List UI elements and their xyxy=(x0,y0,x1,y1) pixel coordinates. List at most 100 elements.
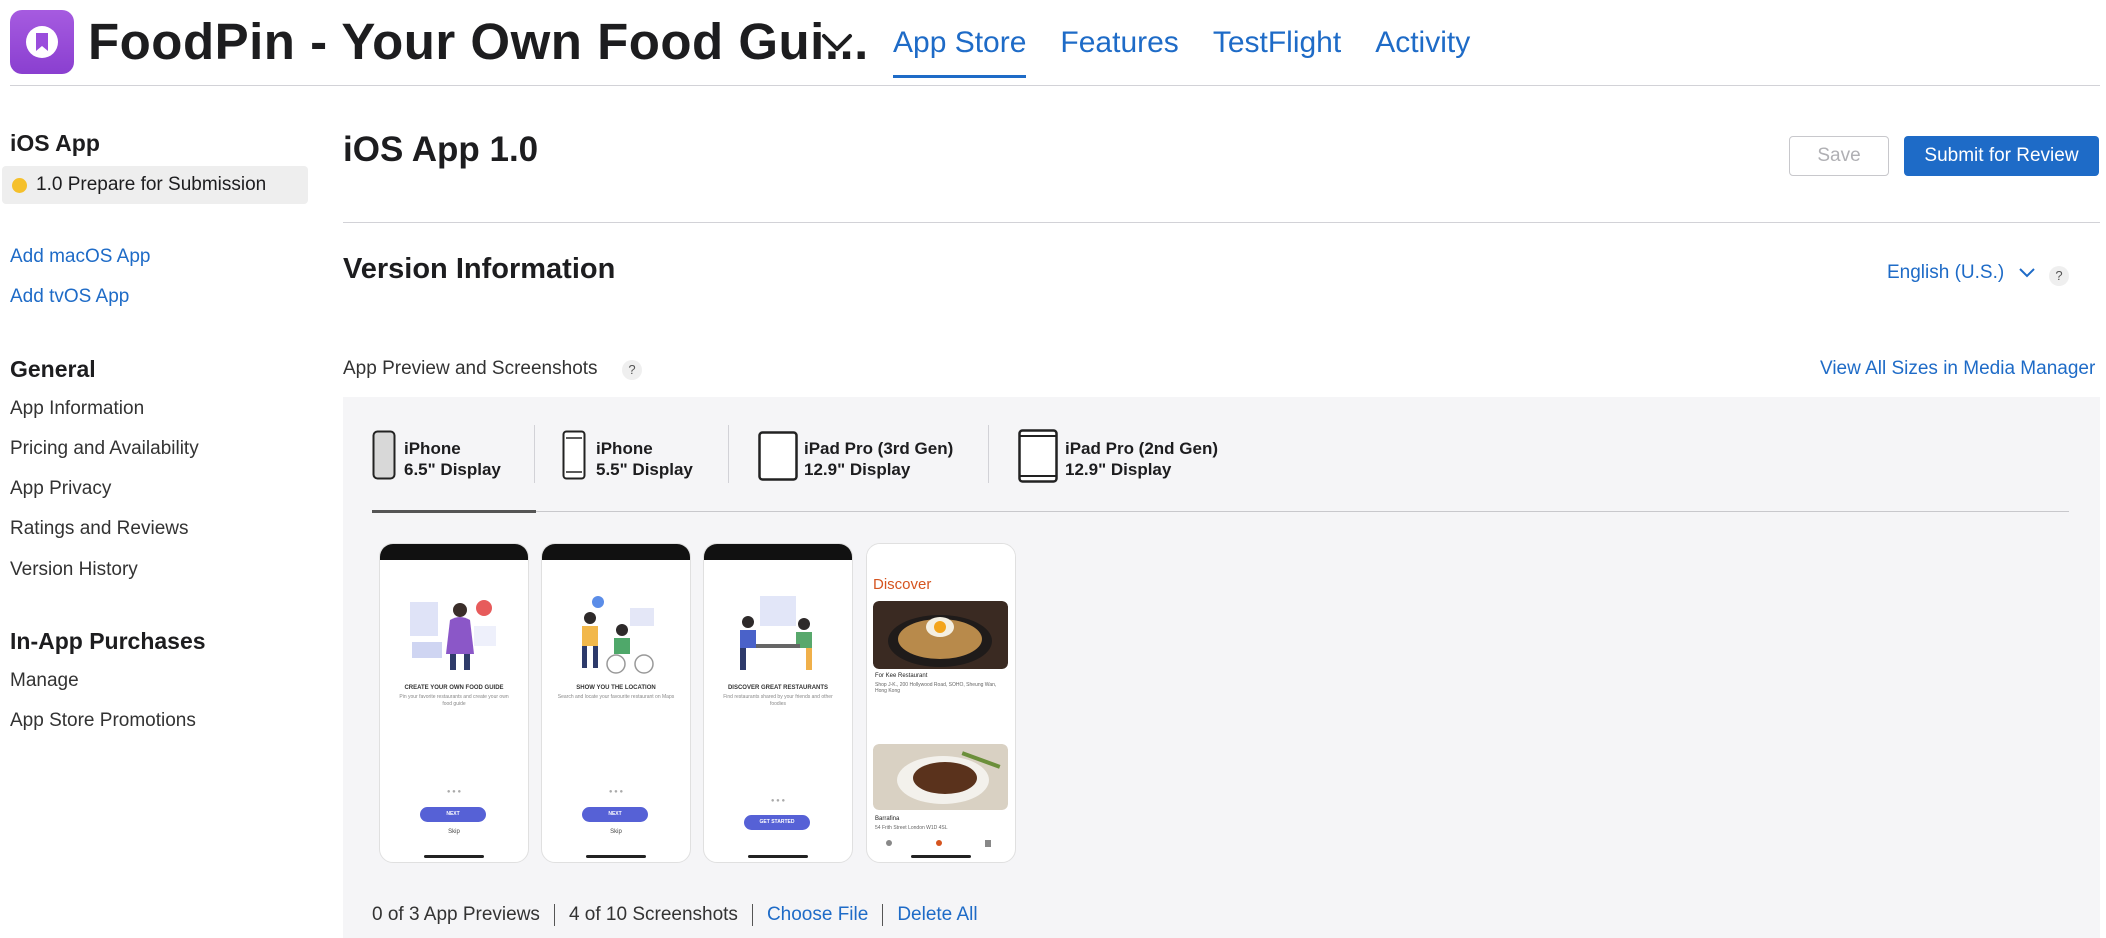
slide-skip: Skip xyxy=(448,829,460,835)
onboarding-illustration-icon xyxy=(582,596,654,674)
status-bar xyxy=(542,544,690,560)
slide-subtitle: Find restaurants shared by your friends … xyxy=(723,694,833,707)
device-tab-iphone-55[interactable]: iPhone 5.5" Display xyxy=(562,425,722,512)
device-size: 12.9" Display xyxy=(1065,460,1172,479)
tab-divider xyxy=(534,425,535,483)
discover-heading: Discover xyxy=(873,576,932,593)
restaurant-name: Barrafina xyxy=(875,816,900,822)
page-dots: ● ● ● xyxy=(446,789,462,795)
slide-caption: DISCOVER GREAT RESTAURANTS xyxy=(727,685,829,691)
sidebar-heading-iap: In-App Purchases xyxy=(10,628,206,654)
device-tab-ipad-3rd-gen[interactable]: iPad Pro (3rd Gen) 12.9" Display xyxy=(758,425,978,512)
tab-divider xyxy=(988,425,989,483)
app-title[interactable]: FoodPin - Your Own Food Gui... xyxy=(88,12,869,71)
restaurant-name: For Kee Restaurant xyxy=(875,673,928,679)
divider xyxy=(553,904,555,926)
sidebar-item-version-history[interactable]: Version History xyxy=(10,559,138,581)
screenshots-count: 4 of 10 Screenshots xyxy=(568,904,738,925)
help-icon[interactable]: ? xyxy=(622,360,642,380)
choose-file-link[interactable]: Choose File xyxy=(767,904,868,926)
sidebar-item-label: 1.0 Prepare for Submission xyxy=(36,174,267,195)
sidebar-heading-ios: iOS App xyxy=(10,130,100,156)
chevron-down-icon[interactable] xyxy=(820,28,854,56)
status-dot-icon xyxy=(12,178,27,193)
sidebar-item-app-privacy[interactable]: App Privacy xyxy=(10,478,111,500)
device-name: iPad Pro (2nd Gen) xyxy=(1065,439,1219,458)
previews-count: 0 of 3 App Previews xyxy=(372,904,540,925)
language-select[interactable]: English (U.S.) xyxy=(1887,262,2036,284)
delete-all-link[interactable]: Delete All xyxy=(897,904,977,926)
onboarding-illustration-icon xyxy=(740,596,812,670)
add-tvos-app-link[interactable]: Add tvOS App xyxy=(10,286,129,308)
bookmark-app-icon[interactable] xyxy=(10,10,74,74)
iphone-icon xyxy=(372,430,396,480)
top-nav-tabs: App Store Features TestFlight Activity xyxy=(893,22,1504,78)
preview-section-label: App Preview and Screenshots xyxy=(343,358,598,379)
top-bar: FoodPin - Your Own Food Gui... App Store… xyxy=(0,0,2106,86)
device-tab-ipad-2nd-gen[interactable]: iPad Pro (2nd Gen) 12.9" Display xyxy=(1018,425,1238,512)
tab-bar-icon xyxy=(886,840,991,847)
sidebar-item-version[interactable]: 1.0 Prepare for Submission xyxy=(2,166,308,204)
save-button[interactable]: Save xyxy=(1789,136,1889,176)
chevron-down-icon xyxy=(2019,268,2035,278)
status-bar xyxy=(867,544,1015,560)
restaurant-address: 54 Frith Street London W1D 4SL xyxy=(875,825,948,831)
sidebar-heading-general: General xyxy=(10,356,96,382)
home-indicator xyxy=(586,855,646,858)
food-photo-steak xyxy=(873,744,1008,810)
tab-features[interactable]: Features xyxy=(1060,22,1178,78)
onboarding-illustration-icon xyxy=(410,600,496,670)
device-name: iPhone xyxy=(404,439,461,458)
slide-button: NEXT xyxy=(582,807,648,822)
page-title: iOS App 1.0 xyxy=(343,130,539,169)
add-macos-app-link[interactable]: Add macOS App xyxy=(10,246,150,268)
slide-skip: Skip xyxy=(610,829,622,835)
page-dots: ● ● ● xyxy=(608,789,624,795)
tab-divider xyxy=(728,425,729,483)
ipad-icon xyxy=(758,431,798,481)
screenshot-thumbnail[interactable]: SHOW YOU THE LOCATION Search and locate … xyxy=(541,543,691,863)
page-dots: ● ● ● xyxy=(770,798,786,804)
device-name: iPad Pro (3rd Gen) xyxy=(804,439,954,458)
screenshot-thumbnail[interactable]: DISCOVER GREAT RESTAURANTS Find restaura… xyxy=(703,543,853,863)
home-indicator xyxy=(748,855,808,858)
tab-app-store[interactable]: App Store xyxy=(893,22,1027,78)
device-tab-iphone-65[interactable]: iPhone 6.5" Display xyxy=(372,425,536,512)
device-name: iPhone xyxy=(596,439,653,458)
device-tabs: iPhone 6.5" Display iPhone 5.5" Display … xyxy=(372,425,2069,512)
sidebar-item-app-information[interactable]: App Information xyxy=(10,398,144,420)
section-title: Version Information xyxy=(343,253,616,285)
home-indicator xyxy=(424,855,484,858)
device-size: 12.9" Display xyxy=(804,460,911,479)
slide-button: GET STARTED xyxy=(744,815,810,830)
sidebar-item-pricing[interactable]: Pricing and Availability xyxy=(10,438,199,460)
home-indicator xyxy=(911,855,971,858)
slide-caption: SHOW YOU THE LOCATION xyxy=(576,685,656,691)
submit-for-review-button[interactable]: Submit for Review xyxy=(1904,136,2099,176)
sidebar-item-manage[interactable]: Manage xyxy=(10,670,79,692)
restaurant-address: Shop J-K., 200 Hollywood Road, SOHO, She… xyxy=(875,682,997,694)
media-footer: 0 of 3 App Previews 4 of 10 Screenshots … xyxy=(372,904,978,926)
iphone-icon xyxy=(562,430,586,480)
language-label: English (U.S.) xyxy=(1887,262,2005,283)
header-divider xyxy=(10,85,2100,86)
tab-testflight[interactable]: TestFlight xyxy=(1213,22,1341,78)
view-all-sizes-link[interactable]: View All Sizes in Media Manager xyxy=(1820,358,2095,380)
status-bar xyxy=(704,544,852,560)
screenshot-thumbnail[interactable]: Discover For Kee Restaurant Shop J-K., 2… xyxy=(866,543,1016,863)
ipad-icon xyxy=(1018,429,1058,483)
device-size: 5.5" Display xyxy=(596,460,693,479)
device-tabs-divider xyxy=(372,511,2069,512)
status-bar xyxy=(380,544,528,560)
sidebar-item-ratings[interactable]: Ratings and Reviews xyxy=(10,518,188,540)
active-tab-indicator xyxy=(372,510,536,513)
slide-caption: CREATE YOUR OWN FOOD GUIDE xyxy=(404,685,504,691)
food-photo-ramen xyxy=(873,601,1008,669)
tab-activity[interactable]: Activity xyxy=(1375,22,1470,78)
divider xyxy=(751,904,753,926)
screenshot-thumbnail[interactable]: CREATE YOUR OWN FOOD GUIDE Pin your favo… xyxy=(379,543,529,863)
help-icon[interactable]: ? xyxy=(2049,266,2069,286)
slide-subtitle: Search and locate your favourite restaur… xyxy=(557,694,675,700)
sidebar-item-promotions[interactable]: App Store Promotions xyxy=(10,710,196,732)
title-divider xyxy=(343,222,2100,223)
